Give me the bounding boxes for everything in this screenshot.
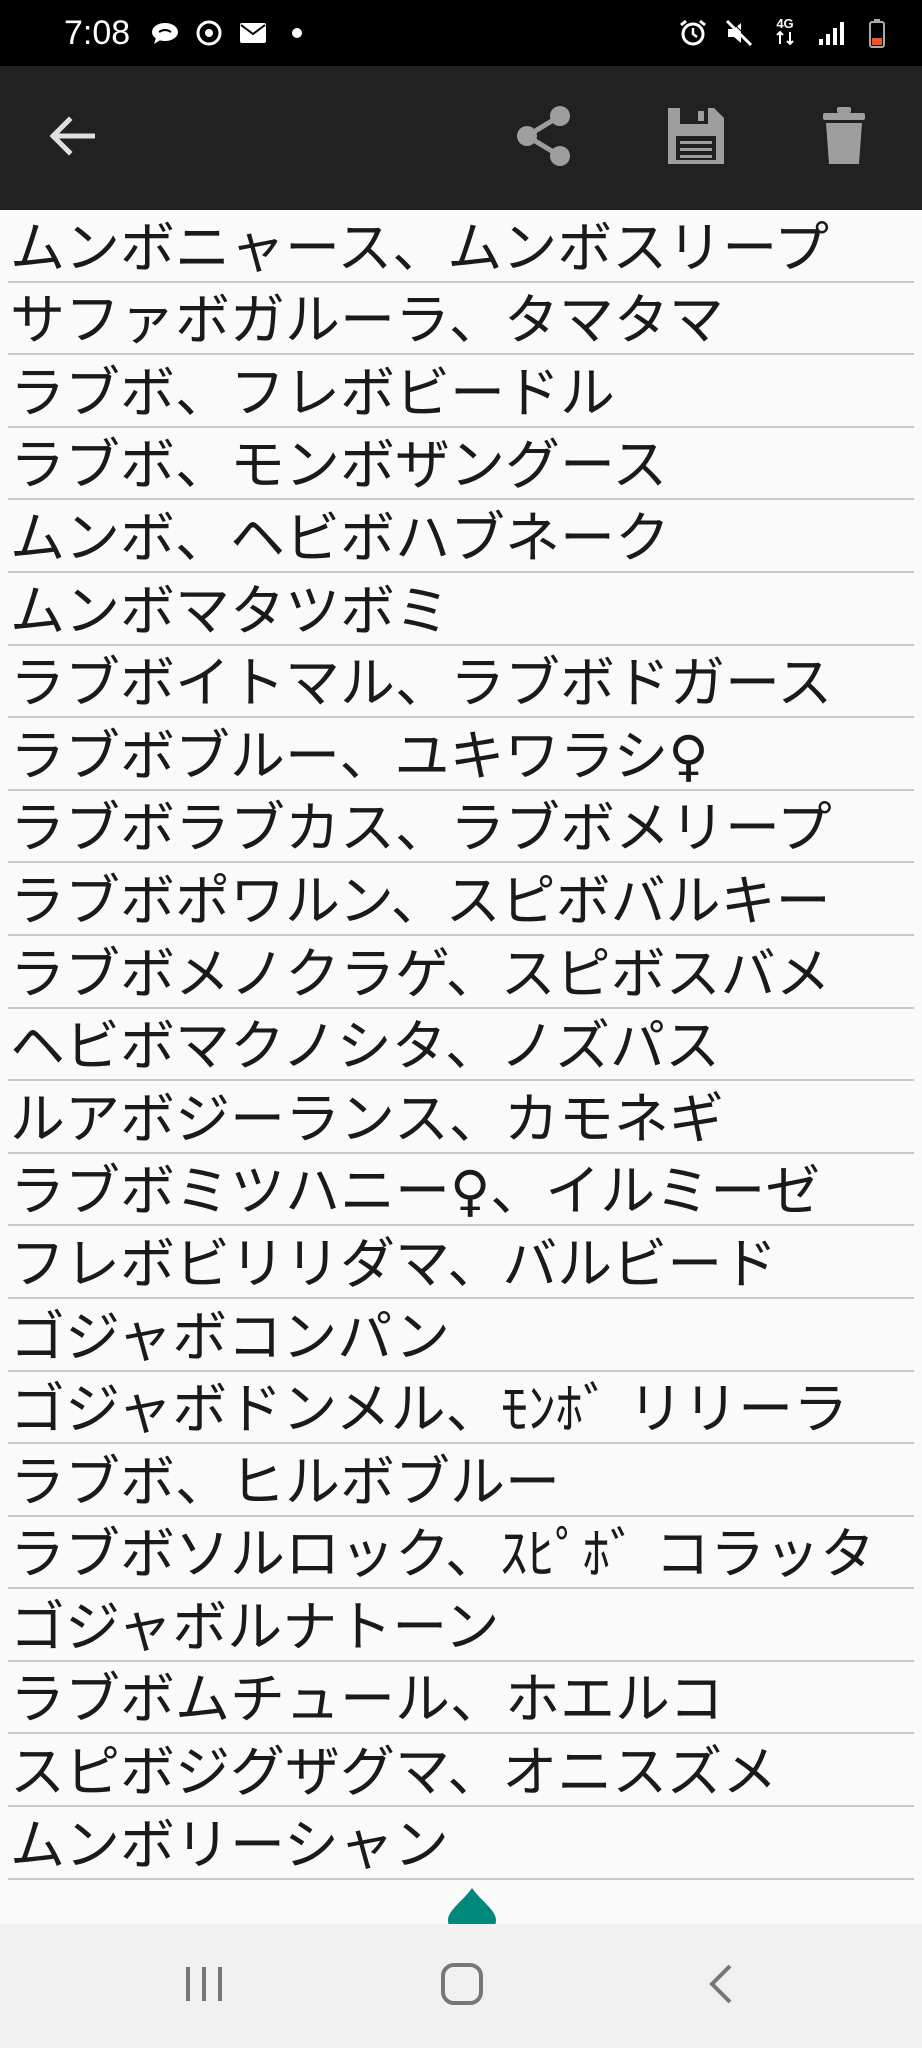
list-item[interactable]: サファボガルーラ、タマタマ — [8, 283, 914, 356]
list-item[interactable]: ラブボメノクラゲ、スピボスバメ — [8, 936, 914, 1009]
delete-button[interactable] — [808, 102, 880, 174]
recents-icon — [184, 1965, 224, 2007]
list-item[interactable]: ラブボポワルン、スピボバルキー — [8, 863, 914, 936]
list-item[interactable]: ゴジャボドンメル、ﾓﾝﾎﾞ リリーラ — [8, 1372, 914, 1445]
status-left-icons — [150, 18, 312, 48]
list-item[interactable]: ゴジャボルナトーン — [8, 1589, 914, 1662]
signal-icon — [816, 18, 846, 48]
list-item[interactable]: ムンボマタツボミ — [8, 573, 914, 646]
home-button[interactable] — [422, 1954, 502, 2018]
status-time: 7:08 — [64, 13, 131, 52]
network-label: 4G — [776, 15, 794, 31]
list-item[interactable]: ルアボジーランス、カモネギ — [8, 1081, 914, 1154]
list-item[interactable]: ムンボリーシャン — [8, 1807, 914, 1880]
list-item[interactable]: ラブボソルロック、ｽﾋﾟﾎﾞ コラッタ — [8, 1517, 914, 1590]
share-button[interactable] — [508, 102, 580, 174]
list-item[interactable]: ラブボムチュール、ホエルコ — [8, 1662, 914, 1735]
home-icon — [440, 1962, 484, 2010]
recents-button[interactable] — [164, 1954, 244, 2018]
list-item[interactable]: フレボビリリダマ、バルビード — [8, 1226, 914, 1299]
list-item[interactable]: ムンボニャース、ムンボスリープ — [8, 210, 914, 283]
nav-back-icon — [706, 1963, 734, 2009]
mail-icon — [238, 18, 268, 48]
list-item[interactable]: ラブボイトマル、ラブボドガース — [8, 646, 914, 719]
alarm-icon — [678, 18, 708, 48]
trash-icon — [821, 106, 867, 170]
save-button[interactable] — [660, 102, 732, 174]
mute-icon — [724, 18, 754, 48]
list-item[interactable]: ラブボ、フレボビードル — [8, 355, 914, 428]
system-back-button[interactable] — [680, 1954, 760, 2018]
list-item[interactable]: ラブボラブカス、ラブボメリープ — [8, 791, 914, 864]
status-right-icons: 4G — [678, 15, 892, 48]
entry-list: ムンボニャース、ムンボスリープ サファボガルーラ、タマタマ ラブボ、フレボビード… — [0, 210, 922, 1880]
back-arrow-icon — [49, 116, 96, 160]
share-icon — [514, 105, 574, 171]
chat-bubble-icon — [150, 18, 180, 48]
app-bar — [0, 66, 922, 210]
camera-app-icon — [194, 18, 224, 48]
dot-icon — [282, 18, 312, 48]
list-item[interactable]: ヘビボマクノシタ、ノズパス — [8, 1009, 914, 1082]
status-bar: 7:08 4G — [0, 0, 922, 66]
navigation-bar — [0, 1924, 922, 2048]
list-item[interactable]: ラブボミツハニー♀、イルミーゼ — [8, 1154, 914, 1227]
list-item[interactable]: ラブボ、ヒルボブルー — [8, 1444, 914, 1517]
back-button[interactable] — [36, 102, 108, 174]
save-icon — [666, 106, 726, 170]
network-4g-icon: 4G — [770, 15, 800, 48]
list-item[interactable]: ムンボ、ヘビボハブネーク — [8, 500, 914, 573]
list-item[interactable]: ゴジャボコンパン — [8, 1299, 914, 1372]
battery-low-icon — [862, 18, 892, 48]
list-item[interactable]: ラブボ、モンボザングース — [8, 428, 914, 501]
screen: 7:08 4G ムンボニャース、ムンボスリープ サファボガルーラ、タマタマ ラブ… — [0, 0, 922, 2048]
list-item[interactable]: スピボジグザグマ、オニスズメ — [8, 1734, 914, 1808]
list-item[interactable]: ラブボブルー、ユキワラシ♀ — [8, 718, 914, 791]
